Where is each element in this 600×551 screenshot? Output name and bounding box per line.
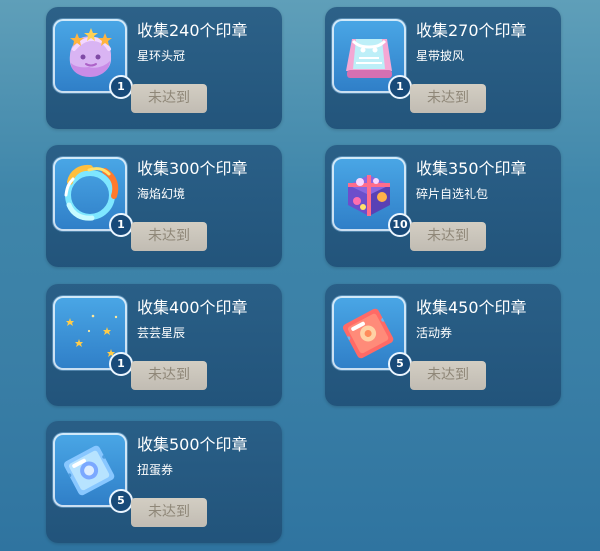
reward-card-350: 10 收集350个印章 碎片自选礼包 未达到 <box>325 145 561 267</box>
claim-button[interactable]: 未达到 <box>131 498 207 527</box>
claim-button[interactable]: 未达到 <box>131 222 207 251</box>
reward-title: 收集400个印章 <box>137 298 248 317</box>
reward-title: 收集300个印章 <box>137 159 248 178</box>
item-count-badge: 1 <box>388 75 412 99</box>
reward-item-thumb[interactable]: 5 <box>332 296 412 376</box>
claim-button[interactable]: 未达到 <box>410 361 486 390</box>
reward-card-240: 1 收集240个印章 星环头冠 未达到 <box>46 7 282 129</box>
item-count-badge: 1 <box>109 75 133 99</box>
claim-button[interactable]: 未达到 <box>131 84 207 113</box>
claim-button[interactable]: 未达到 <box>410 84 486 113</box>
reward-item-name: 扭蛋券 <box>137 463 174 477</box>
item-count-badge: 1 <box>109 213 133 237</box>
reward-title: 收集240个印章 <box>137 21 248 40</box>
reward-item-name: 星环头冠 <box>137 49 186 63</box>
reward-item-name: 星带披风 <box>416 49 465 63</box>
item-count-badge: 5 <box>388 352 412 376</box>
claim-button[interactable]: 未达到 <box>410 222 486 251</box>
reward-card-500: 5 收集500个印章 扭蛋券 未达到 <box>46 421 282 543</box>
reward-item-name: 活动券 <box>416 326 453 340</box>
reward-card-270: 1 收集270个印章 星带披风 未达到 <box>325 7 561 129</box>
reward-title: 收集270个印章 <box>416 21 527 40</box>
claim-button[interactable]: 未达到 <box>131 361 207 390</box>
reward-item-name: 芸芸星辰 <box>137 326 186 340</box>
item-count-badge: 1 <box>109 352 133 376</box>
reward-item-thumb[interactable]: 5 <box>53 433 133 513</box>
reward-title: 收集450个印章 <box>416 298 527 317</box>
item-count-badge: 5 <box>109 489 133 513</box>
reward-card-300: 1 收集300个印章 海焰幻境 未达到 <box>46 145 282 267</box>
reward-item-thumb[interactable]: 10 <box>332 157 412 237</box>
reward-title: 收集500个印章 <box>137 435 248 454</box>
item-count-badge: 10 <box>388 213 412 237</box>
reward-card-450: 5 收集450个印章 活动券 未达到 <box>325 284 561 406</box>
reward-item-thumb[interactable]: 1 <box>332 19 412 99</box>
reward-item-thumb[interactable]: 1 <box>53 19 133 99</box>
reward-item-thumb[interactable]: 1 <box>53 157 133 237</box>
reward-item-name: 碎片自选礼包 <box>416 187 489 201</box>
reward-item-thumb[interactable]: 1 <box>53 296 133 376</box>
reward-item-name: 海焰幻境 <box>137 187 186 201</box>
reward-title: 收集350个印章 <box>416 159 527 178</box>
reward-card-400: 1 收集400个印章 芸芸星辰 未达到 <box>46 284 282 406</box>
